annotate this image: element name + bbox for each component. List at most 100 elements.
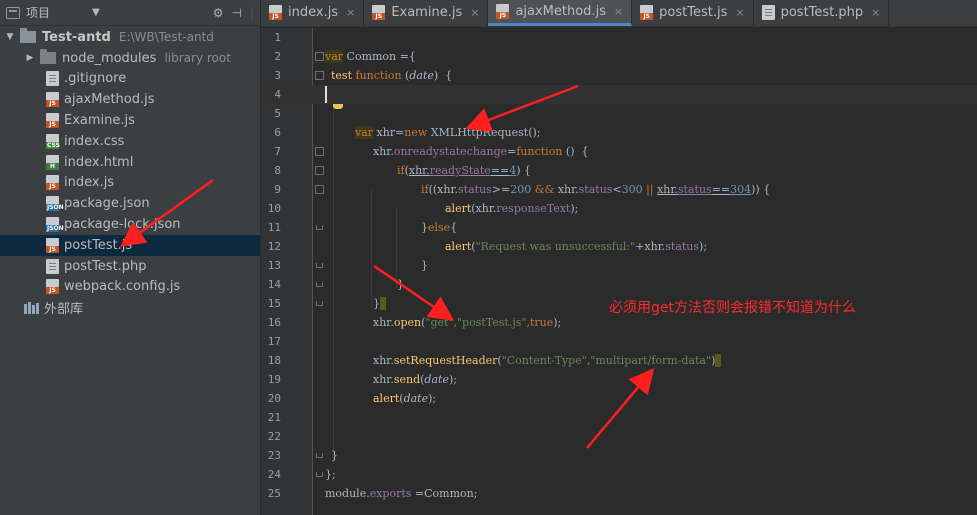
code-text: } — [421, 259, 428, 272]
code-line[interactable]: 9 if((xhr.status>=200 && xhr.status<300 … — [261, 180, 977, 199]
tab-posttest-php[interactable]: postTest.php × — [754, 0, 890, 26]
line-number: 4 — [274, 88, 281, 101]
tab-label: postTest.php — [780, 5, 864, 20]
code-line[interactable]: 8 if(xhr.readyState==4) { — [261, 161, 977, 180]
code-line[interactable]: 7 xhr.onreadystatechange=function () { — [261, 142, 977, 161]
fold-marker-icon[interactable] — [315, 147, 324, 156]
fold-marker-icon[interactable] — [315, 166, 324, 175]
code-line[interactable]: 17 — [261, 332, 977, 351]
tab-examine-js[interactable]: JS Examine.js × — [364, 0, 489, 26]
line-number: 9 — [274, 183, 281, 196]
php-file-icon — [761, 5, 775, 20]
code-line[interactable]: 19 xhr.send(date); — [261, 370, 977, 389]
code-line[interactable]: 14 } — [261, 275, 977, 294]
panel-title[interactable]: 项目 — [26, 4, 50, 21]
code-line[interactable]: 25 module.exports =Common; — [261, 484, 977, 503]
close-icon[interactable]: × — [871, 6, 880, 19]
tree-item-external-libraries[interactable]: 外部库 — [0, 297, 260, 318]
fold-marker-icon[interactable] — [315, 52, 324, 61]
folder-icon — [20, 28, 36, 44]
project-panel: 项目 ▼ ⚙ ⊣ | ▼ Test-antd E:\WB\Test-antd ▶… — [0, 0, 261, 515]
line-number: 17 — [267, 335, 281, 348]
tree-item-gitignore[interactable]: .gitignore — [0, 69, 260, 90]
line-number: 14 — [267, 278, 281, 291]
tree-item-label: package-lock.json — [64, 217, 181, 233]
code-line[interactable]: 24 }; — [261, 465, 977, 484]
fold-end-icon[interactable] — [316, 225, 323, 230]
fold-end-icon[interactable] — [316, 282, 323, 287]
code-text: xhr.send(date); — [373, 373, 457, 386]
line-number: 25 — [267, 487, 281, 500]
code-line[interactable]: 11 }else{ — [261, 218, 977, 237]
code-line[interactable]: 22 — [261, 427, 977, 446]
code-line[interactable]: 12 alert("Request was unsuccessful:"+xhr… — [261, 237, 977, 256]
code-text: }_ — [373, 297, 386, 310]
tree-item-posttest-php[interactable]: postTest.php — [0, 256, 260, 277]
line-number: 13 — [267, 259, 281, 272]
close-icon[interactable]: × — [735, 6, 744, 19]
code-editor[interactable]: 1 2 var Common ={ 3 test function (date)… — [261, 28, 977, 515]
tree-item-package-lock-json[interactable]: JSON package-lock.json — [0, 214, 260, 235]
tree-item-index-html[interactable]: H index.html — [0, 152, 260, 173]
code-line[interactable]: 18 xhr.setRequestHeader("Content-Type","… — [261, 351, 977, 370]
tree-item-root[interactable]: ▼ Test-antd E:\WB\Test-antd — [0, 27, 260, 48]
close-icon[interactable]: × — [470, 6, 479, 19]
expanded-arrow-icon[interactable]: ▼ — [4, 32, 16, 42]
code-line[interactable]: 2 var Common ={ — [261, 47, 977, 66]
text-caret — [325, 86, 327, 103]
collapsed-arrow-icon[interactable]: ▶ — [24, 53, 36, 63]
fold-end-icon[interactable] — [316, 472, 323, 477]
js-file-icon: JS — [372, 5, 386, 20]
tab-index-js[interactable]: JS index.js × — [261, 0, 365, 26]
fold-end-icon[interactable] — [316, 453, 323, 458]
code-line[interactable]: 5 — [261, 104, 977, 123]
close-icon[interactable]: × — [346, 6, 355, 19]
tree-item-node-modules[interactable]: ▶ node_modules library root — [0, 48, 260, 69]
tree-item-label: package.json — [64, 196, 150, 212]
code-line[interactable]: 3 test function (date) { — [261, 66, 977, 85]
folder-icon — [40, 49, 56, 65]
code-line[interactable]: 1 — [261, 28, 977, 47]
settings-gear-icon[interactable]: ⚙ — [213, 6, 224, 20]
tree-item-label: Examine.js — [64, 113, 135, 129]
hide-panel-icon[interactable]: ⊣ — [232, 6, 242, 20]
code-line[interactable]: 6 var xhr=new XMLHttpRequest(); — [261, 123, 977, 142]
tree-item-webpack-config-js[interactable]: JS webpack.config.js — [0, 277, 260, 298]
tree-item-label: .gitignore — [64, 71, 127, 87]
tree-item-label: Test-antd — [42, 29, 111, 45]
panel-view-dropdown-icon[interactable]: ▼ — [92, 7, 100, 18]
tree-item-index-js[interactable]: JS index.js — [0, 173, 260, 194]
tree-item-examine-js[interactable]: JS Examine.js — [0, 110, 260, 131]
tab-ajaxmethod-js[interactable]: JS ajaxMethod.js × — [488, 0, 633, 26]
tab-label: ajaxMethod.js — [515, 3, 606, 19]
tree-item-label: index.html — [64, 154, 134, 170]
tree-item-index-css[interactable]: CSS index.css — [0, 131, 260, 152]
line-number: 5 — [274, 107, 281, 120]
fold-end-icon[interactable] — [316, 301, 323, 306]
code-line[interactable]: 20 alert(date); — [261, 389, 977, 408]
code-line-current[interactable]: 4 — [261, 85, 977, 104]
tree-item-ajaxmethod-js[interactable]: JS ajaxMethod.js — [0, 89, 260, 110]
fold-marker-icon[interactable] — [315, 185, 324, 194]
tree-item-label: index.css — [64, 133, 125, 149]
code-line[interactable]: 10 alert(xhr.responseText); — [261, 199, 977, 218]
tree-item-package-json[interactable]: JSON package.json — [0, 193, 260, 214]
code-text: test function (date) { — [331, 69, 453, 82]
line-number: 2 — [274, 50, 281, 63]
js-file-icon: JS — [46, 92, 59, 108]
code-line[interactable]: 21 — [261, 408, 977, 427]
line-number: 1 — [274, 31, 281, 44]
code-line[interactable]: 13 } — [261, 256, 977, 275]
line-number: 16 — [267, 316, 281, 329]
tree-item-posttest-js[interactable]: JS postTest.js — [0, 234, 260, 256]
json-file-icon: JSON — [46, 196, 64, 212]
code-line[interactable]: 23 } — [261, 446, 977, 465]
fold-end-icon[interactable] — [316, 263, 323, 268]
code-text: }; — [325, 468, 336, 481]
fold-marker-icon[interactable] — [315, 71, 324, 80]
red-annotation-text: 必须用get方法否则会报错不知道为什么 — [609, 300, 856, 316]
line-number: 19 — [267, 373, 281, 386]
tab-posttest-js[interactable]: JS postTest.js × — [632, 0, 754, 26]
code-text: } — [331, 449, 338, 462]
close-icon[interactable]: × — [614, 5, 623, 18]
